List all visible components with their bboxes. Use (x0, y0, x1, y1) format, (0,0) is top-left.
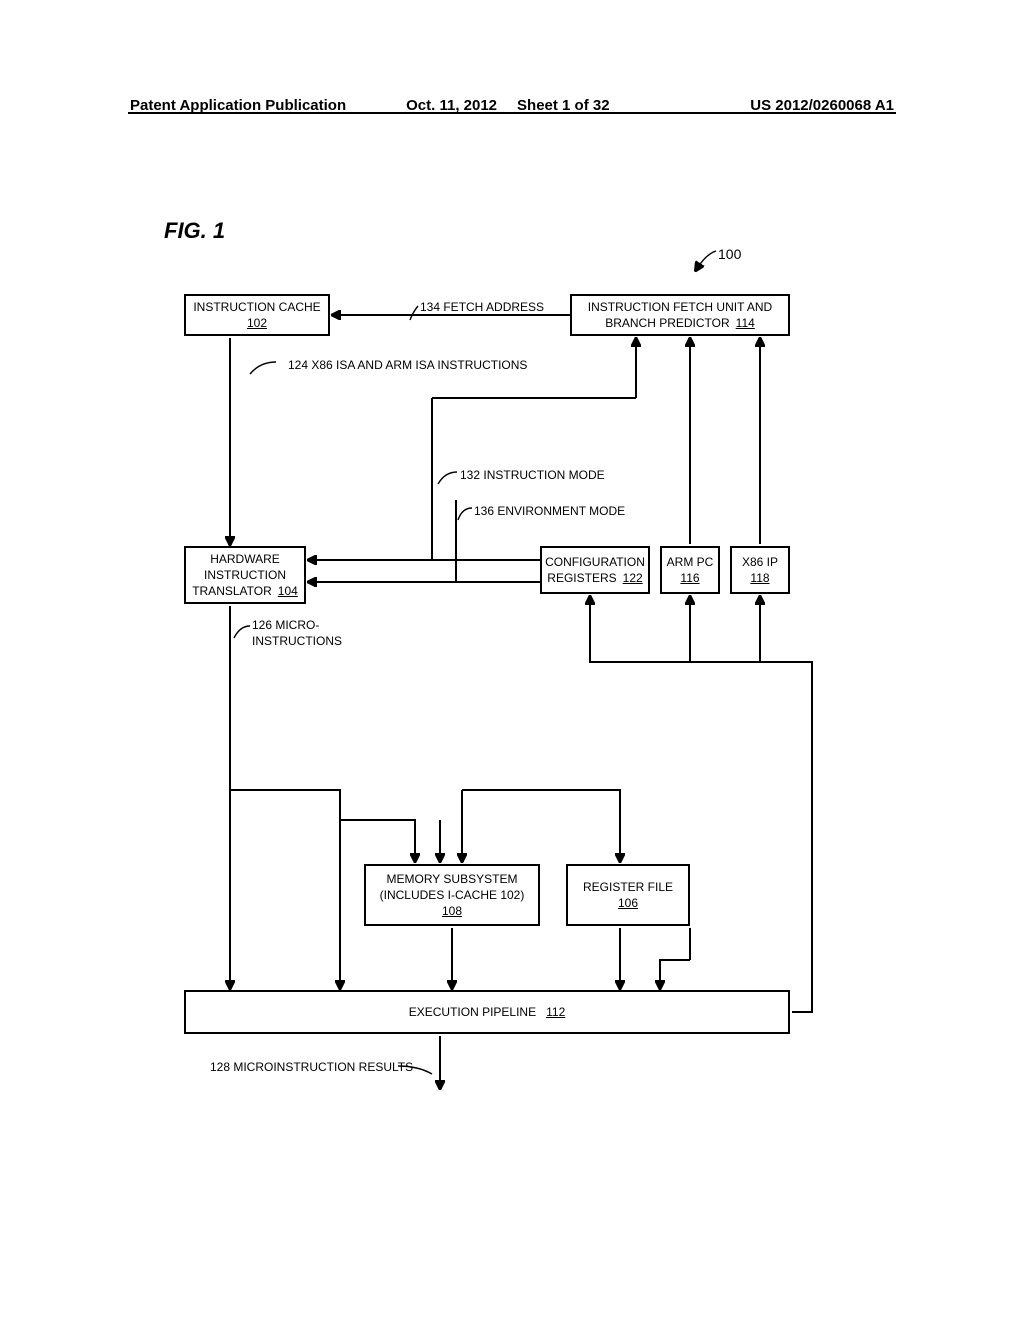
arrow-micro-to-exec2 (230, 790, 340, 988)
label-instruction-mode: 132 INSTRUCTION MODE (460, 468, 605, 484)
arrow-reg-return (660, 960, 690, 988)
leader-124 (250, 362, 276, 374)
ref: 114 (736, 315, 755, 331)
arrow-feedback-cfg (590, 597, 812, 1012)
ref: 118 (750, 570, 769, 586)
leader-126 (234, 626, 250, 638)
ref-100: 100 (718, 246, 741, 262)
ref: 102 (247, 315, 267, 331)
t1: ARM PC (667, 554, 714, 570)
box-execution-pipeline: EXECUTION PIPELINE 112 (184, 990, 790, 1034)
text: INSTRUCTION CACHE (193, 299, 320, 315)
leader-132 (438, 472, 457, 484)
t1: MEMORY SUBSYSTEM (387, 871, 518, 887)
box-ifu: INSTRUCTION FETCH UNIT AND BRANCH PREDIC… (570, 294, 790, 336)
t3: TRANSLATOR (192, 583, 272, 599)
label-micro-instructions: 126 MICRO- INSTRUCTIONS (252, 618, 342, 649)
leader-136 (458, 508, 472, 520)
ref: 106 (618, 895, 638, 911)
box-arm-pc: ARM PC 116 (660, 546, 720, 594)
diagram-connectors (0, 0, 1024, 1320)
leader-100 (696, 251, 716, 270)
t1: EXECUTION PIPELINE (409, 1004, 536, 1020)
box-instruction-cache: INSTRUCTION CACHE 102 (184, 294, 330, 336)
box-hit: HARDWARE INSTRUCTION TRANSLATOR 104 (184, 546, 306, 604)
ref: 104 (278, 583, 298, 599)
ref: 122 (623, 570, 643, 586)
text2: BRANCH PREDICTOR (605, 315, 729, 331)
arrow-to-mem-1 (340, 820, 415, 861)
text: INSTRUCTION FETCH UNIT AND (588, 299, 772, 315)
box-x86-ip: X86 IP 118 (730, 546, 790, 594)
label-fetch-address: 134 FETCH ADDRESS (420, 300, 544, 316)
t1: CONFIGURATION (545, 554, 645, 570)
t1: REGISTER FILE (583, 879, 673, 895)
ref: 112 (546, 1004, 565, 1020)
box-config-registers: CONFIGURATION REGISTERS 122 (540, 546, 650, 594)
t2: INSTRUCTION (204, 567, 286, 583)
figure-label: FIG. 1 (164, 218, 225, 244)
t2: REGISTERS (547, 570, 616, 586)
header-rule (128, 112, 896, 114)
t2: (INCLUDES I-CACHE 102) (380, 887, 525, 903)
page-header: Patent Application Publication Oct. 11, … (0, 84, 1024, 114)
ref: 108 (442, 903, 462, 919)
label-isa-instructions: 124 X86 ISA AND ARM ISA INSTRUCTIONS (288, 358, 527, 374)
arrow-to-regfile (462, 790, 620, 861)
box-memory-subsystem: MEMORY SUBSYSTEM (INCLUDES I-CACHE 102) … (364, 864, 540, 926)
label-microinstruction-results: 128 MICROINSTRUCTION RESULTS (210, 1060, 413, 1076)
leader-134 (410, 306, 418, 320)
ref: 116 (680, 570, 699, 586)
label-environment-mode: 136 ENVIRONMENT MODE (474, 504, 625, 520)
t1: HARDWARE (210, 551, 280, 567)
t1: X86 IP (742, 554, 778, 570)
box-register-file: REGISTER FILE 106 (566, 864, 690, 926)
